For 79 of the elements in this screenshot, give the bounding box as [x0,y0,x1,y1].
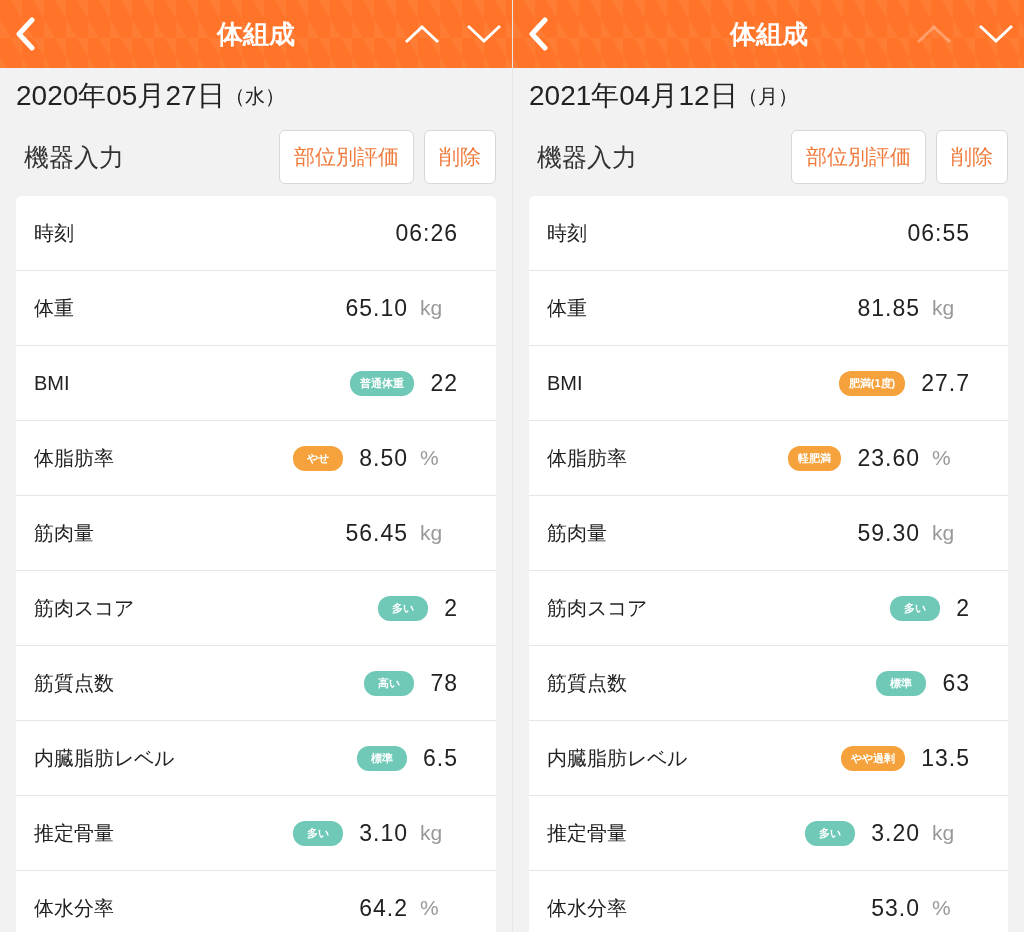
measurement-value: 6.5 [423,744,458,772]
unit-text: kg [420,521,443,544]
action-button[interactable]: 部位別評価 [279,130,414,184]
action-button[interactable]: 部位別評価 [791,130,926,184]
measurement-value: 22 [430,369,458,397]
measurement-value: 06:26 [395,219,458,247]
unit-text: kg [932,296,955,319]
measurement-label: 体水分率 [34,895,114,921]
measurement-value: 2 [956,594,970,622]
status-badge: やや過剰 [841,745,906,771]
measurement-label: 筋肉スコア [547,595,647,621]
unit-text: % [932,446,951,469]
unit-text: kg [420,296,443,319]
measurement-label: 体脂肪率 [34,445,114,471]
weekday-text: （月） [737,83,798,109]
back-icon[interactable] [14,17,36,51]
measurement-value: 23.60 [857,444,920,472]
measurement-label: 内臓脂肪レベル [34,745,174,771]
chevron-down-icon[interactable] [466,24,502,44]
section-title: 機器入力 [537,141,637,173]
chevron-up-icon[interactable] [404,24,440,44]
measurement-label: 体水分率 [547,895,627,921]
unit-text: % [420,446,439,469]
measurement-value: 78 [430,669,458,697]
measurement-label: BMI [547,371,583,395]
section-title: 機器入力 [24,141,124,173]
unit-text: kg [420,821,443,844]
measurement-label: BMI [34,371,70,395]
unit-text: kg [932,821,955,844]
measurement-label: 筋肉量 [547,520,607,546]
back-icon[interactable] [527,17,549,51]
status-badge: 多い [805,820,856,846]
measurement-label: 時刻 [547,220,587,246]
status-badge: 普通体重 [350,370,415,396]
measurement-value: 27.7 [921,369,970,397]
measurement-value: 59.30 [857,519,920,547]
measurement-value: 64.2 [359,894,408,922]
measurement-label: 内臓脂肪レベル [547,745,687,771]
status-badge: 多い [293,820,344,846]
weekday-text: （水） [224,83,285,109]
status-badge: 標準 [876,670,927,696]
unit-text: kg [932,521,955,544]
status-badge: 多い [378,595,429,621]
measurement-label: 筋肉量 [34,520,94,546]
measurement-value: 8.50 [359,444,408,472]
measurement-label: 筋肉スコア [34,595,134,621]
measurement-value: 06:55 [907,219,970,247]
unit-text: % [932,896,951,919]
measurement-label: 時刻 [34,220,74,246]
measurement-value: 2 [444,594,458,622]
measurement-label: 体重 [34,295,74,321]
measurement-value: 65.10 [345,294,408,322]
measurement-label: 筋質点数 [34,670,114,696]
measurement-value: 3.20 [871,819,920,847]
measurement-value: 13.5 [921,744,970,772]
status-badge: 軽肥満 [788,445,842,471]
action-button[interactable]: 削除 [936,130,1008,184]
status-badge: やせ [293,445,344,471]
chevron-down-icon[interactable] [978,24,1014,44]
date-text: 2020年05月27日 [16,79,225,113]
measurement-value: 3.10 [359,819,408,847]
measurement-value: 53.0 [871,894,920,922]
measurement-value: 63 [942,669,970,697]
unit-text: % [420,896,439,919]
status-badge: 肥満(1度) [838,370,906,396]
measurement-value: 56.45 [345,519,408,547]
status-badge: 高い [364,670,415,696]
screen-title: 体組成 [217,17,295,51]
date-text: 2021年04月12日 [529,79,738,113]
measurement-label: 推定骨量 [34,820,114,846]
measurement-label: 体重 [547,295,587,321]
screen-title: 体組成 [729,17,808,51]
measurement-label: 筋質点数 [547,670,627,696]
action-button[interactable]: 削除 [424,130,496,184]
measurement-label: 推定骨量 [547,820,627,846]
measurement-value: 81.85 [857,294,920,322]
status-badge: 標準 [357,745,407,771]
status-badge: 多い [890,595,941,621]
measurement-label: 体脂肪率 [547,445,627,471]
